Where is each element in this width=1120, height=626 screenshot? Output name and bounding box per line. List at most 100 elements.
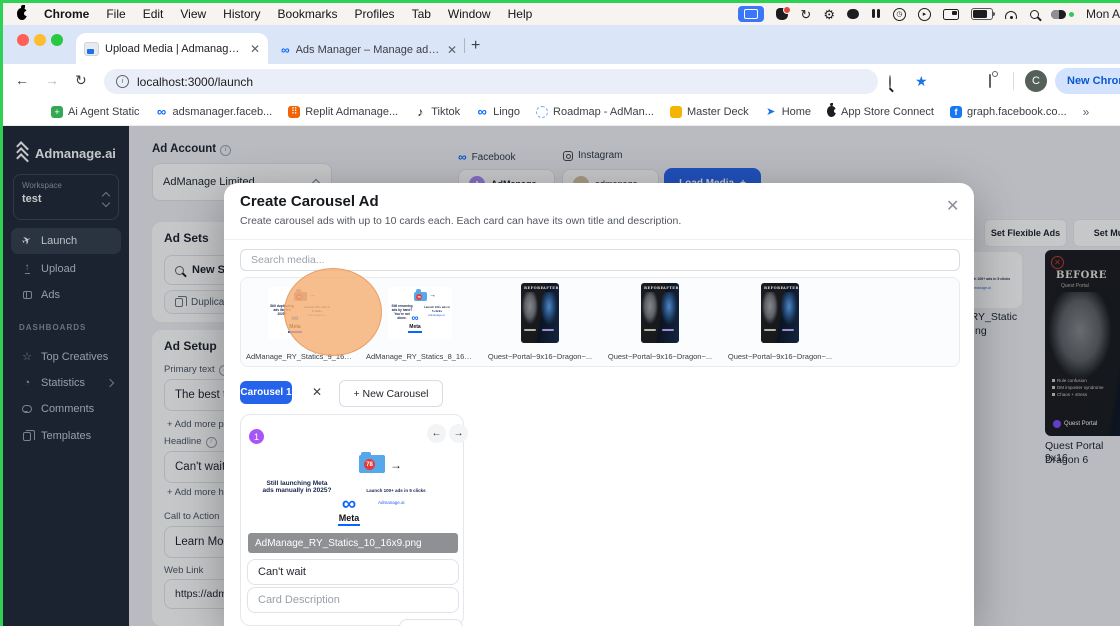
new-chrome-button[interactable]: New Chrome xyxy=(1055,68,1120,94)
facebook-icon: f xyxy=(949,105,962,118)
tiktok-icon: ♪ xyxy=(417,104,424,119)
new-tab-button[interactable]: + xyxy=(471,37,480,55)
screen-share-icon[interactable] xyxy=(738,6,765,22)
gear-icon[interactable]: ⚙ xyxy=(823,8,835,21)
forward-icon[interactable]: → xyxy=(45,72,59,88)
menu-edit[interactable]: Edit xyxy=(143,7,164,21)
minimize-window-button[interactable] xyxy=(34,34,46,46)
next-card-icon[interactable]: → xyxy=(449,424,468,443)
menu-help[interactable]: Help xyxy=(508,7,533,21)
zoom-window-button[interactable] xyxy=(51,34,63,46)
media-thumb-label: Quest~Portal~9x16~Dragon~... xyxy=(727,352,833,361)
media-thumb-4[interactable]: BEFORE AFTER Quest~Portal~9x16~Dragon~..… xyxy=(604,281,716,363)
carousel-card-editor: 1 ← → 78 → Still launching Meta ads manu… xyxy=(240,414,468,626)
modal-subtitle: Create carousel ads with up to 10 cards … xyxy=(240,215,682,227)
media-thumb-5[interactable]: BEFORE AFTER Quest~Portal~9x16~Dragon~..… xyxy=(724,281,836,363)
meta-favicon: ∞ xyxy=(281,43,290,57)
new-carousel-button[interactable]: + New Carousel xyxy=(339,380,443,407)
browser-tab-strip: Upload Media | Admanage.ai ✕ ∞ Ads Manag… xyxy=(3,25,1120,64)
back-icon[interactable]: ← xyxy=(15,72,29,88)
bookmark-replit[interactable]: ⠿ Replit Admanage... xyxy=(288,105,398,118)
time-machine-icon[interactable]: ◷ xyxy=(892,7,906,21)
apple-icon xyxy=(827,103,839,117)
card-filename-bar: AdManage_RY_Statics_10_16x9.png xyxy=(248,533,458,553)
meta-icon: ∞ xyxy=(477,104,487,119)
battery-icon[interactable] xyxy=(970,8,995,20)
screen-share-border xyxy=(0,0,3,626)
airpods-icon[interactable] xyxy=(871,9,881,19)
wifi-icon[interactable] xyxy=(1005,10,1018,19)
sheets-icon xyxy=(51,105,63,118)
menu-bar-clock[interactable]: Mon A xyxy=(1086,7,1120,21)
close-tab-icon[interactable]: ✕ xyxy=(250,43,260,55)
tab-divider xyxy=(464,38,465,53)
tab-favicon xyxy=(84,41,99,56)
menu-bookmarks[interactable]: Bookmarks xyxy=(278,7,338,21)
modal-title: Create Carousel Ad xyxy=(240,193,379,210)
replit-icon: ⠿ xyxy=(288,105,301,118)
profile-avatar[interactable]: C xyxy=(1025,70,1047,92)
menu-profiles[interactable]: Profiles xyxy=(355,7,395,21)
bookmark-home[interactable]: ➤ Home xyxy=(765,106,811,119)
close-tab-icon[interactable]: ✕ xyxy=(447,44,457,56)
bookmark-ai-agent-static[interactable]: Ai Agent Static xyxy=(51,105,140,118)
selection-highlight xyxy=(284,268,382,356)
screen: Chrome File Edit View History Bookmarks … xyxy=(0,0,1120,626)
bookmark-star-icon[interactable]: ★ xyxy=(915,73,928,90)
menu-window[interactable]: Window xyxy=(448,7,491,21)
menu-tab[interactable]: Tab xyxy=(412,7,431,21)
apple-icon[interactable] xyxy=(17,5,29,20)
close-icon[interactable]: ✕ xyxy=(946,199,959,215)
media-thumb-3[interactable]: BEFORE AFTER Quest~Portal~9x16~Dragon~..… xyxy=(484,281,596,363)
play-circle-icon[interactable]: ▸ xyxy=(917,7,931,21)
menu-bar-status-icons: ↻ ⚙ ◷ ▸ Mon A xyxy=(738,3,1120,25)
spotlight-search-icon[interactable] xyxy=(1029,9,1039,19)
screen-share-border xyxy=(0,0,1120,3)
address-bar[interactable]: i localhost:3000/launch xyxy=(104,69,878,94)
tab-upload-media[interactable]: Upload Media | Admanage.ai ✕ xyxy=(76,33,268,64)
bookmark-app-store-connect[interactable]: App Store Connect xyxy=(827,103,934,118)
remove-carousel-icon[interactable]: ✕ xyxy=(312,385,322,399)
home-arrow-icon: ➤ xyxy=(766,106,776,118)
notification-app-icon[interactable] xyxy=(776,6,792,20)
browser-toolbar: ← → ↻ i localhost:3000/launch ★ C New Ch… xyxy=(3,64,1120,98)
tab-ads-manager[interactable]: ∞ Ads Manager – Manage ads – ✕ xyxy=(275,38,463,62)
meta-infinity-icon: ∞ xyxy=(411,313,419,324)
bookmark-graph-facebook[interactable]: f graph.facebook.co... xyxy=(949,105,1067,118)
divider xyxy=(224,239,974,240)
menu-chrome[interactable]: Chrome xyxy=(44,7,89,21)
meta-icon: ∞ xyxy=(156,104,167,119)
chat-icon[interactable] xyxy=(846,9,859,19)
deck-icon xyxy=(669,105,682,118)
extensions-puzzle-icon[interactable] xyxy=(989,74,991,88)
menu-view[interactable]: View xyxy=(180,7,206,21)
sync-icon[interactable]: ↻ xyxy=(800,8,811,21)
card-title-input[interactable] xyxy=(247,559,459,585)
card-description-input[interactable] xyxy=(247,587,459,613)
create-carousel-ad-modal: Create Carousel Ad Create carousel ads w… xyxy=(224,183,974,626)
card-action-button-partial[interactable] xyxy=(399,619,463,626)
media-thumb-2[interactable]: 78 → Still renaming ads by hand? You're … xyxy=(364,281,476,363)
prev-card-icon[interactable]: ← xyxy=(427,424,446,443)
bookmark-adsmanager[interactable]: ∞ adsmanager.faceb... xyxy=(156,104,272,119)
reload-icon[interactable]: ↻ xyxy=(75,72,87,89)
bookmark-lingo[interactable]: ∞ Lingo xyxy=(476,104,520,119)
bookmarks-overflow-icon[interactable]: » xyxy=(1083,105,1090,119)
zoom-page-icon[interactable] xyxy=(889,75,891,89)
carousel-tab-1[interactable]: Carousel 1 xyxy=(240,381,292,404)
bookmarks-bar: Ai Agent Static ∞adsmanager.faceb... ⠿Re… xyxy=(3,98,1120,126)
url-text: localhost:3000/launch xyxy=(137,74,254,89)
search-media-input[interactable] xyxy=(240,249,960,271)
close-window-button[interactable] xyxy=(17,34,29,46)
tab-title: Ads Manager – Manage ads – xyxy=(295,44,441,56)
menu-file[interactable]: File xyxy=(106,7,125,21)
site-info-icon[interactable]: i xyxy=(116,75,129,88)
arrow-icon: → xyxy=(429,292,436,299)
bookmark-tiktok[interactable]: ♪ Tiktok xyxy=(414,104,460,119)
media-thumb-label: Quest~Portal~9x16~Dragon~... xyxy=(487,352,593,361)
bookmark-roadmap[interactable]: Roadmap - AdMan... xyxy=(536,105,654,118)
control-center-icon[interactable] xyxy=(1050,9,1074,19)
window-card-icon[interactable] xyxy=(942,8,959,20)
bookmark-master-deck[interactable]: Master Deck xyxy=(669,105,749,118)
menu-history[interactable]: History xyxy=(223,7,260,21)
